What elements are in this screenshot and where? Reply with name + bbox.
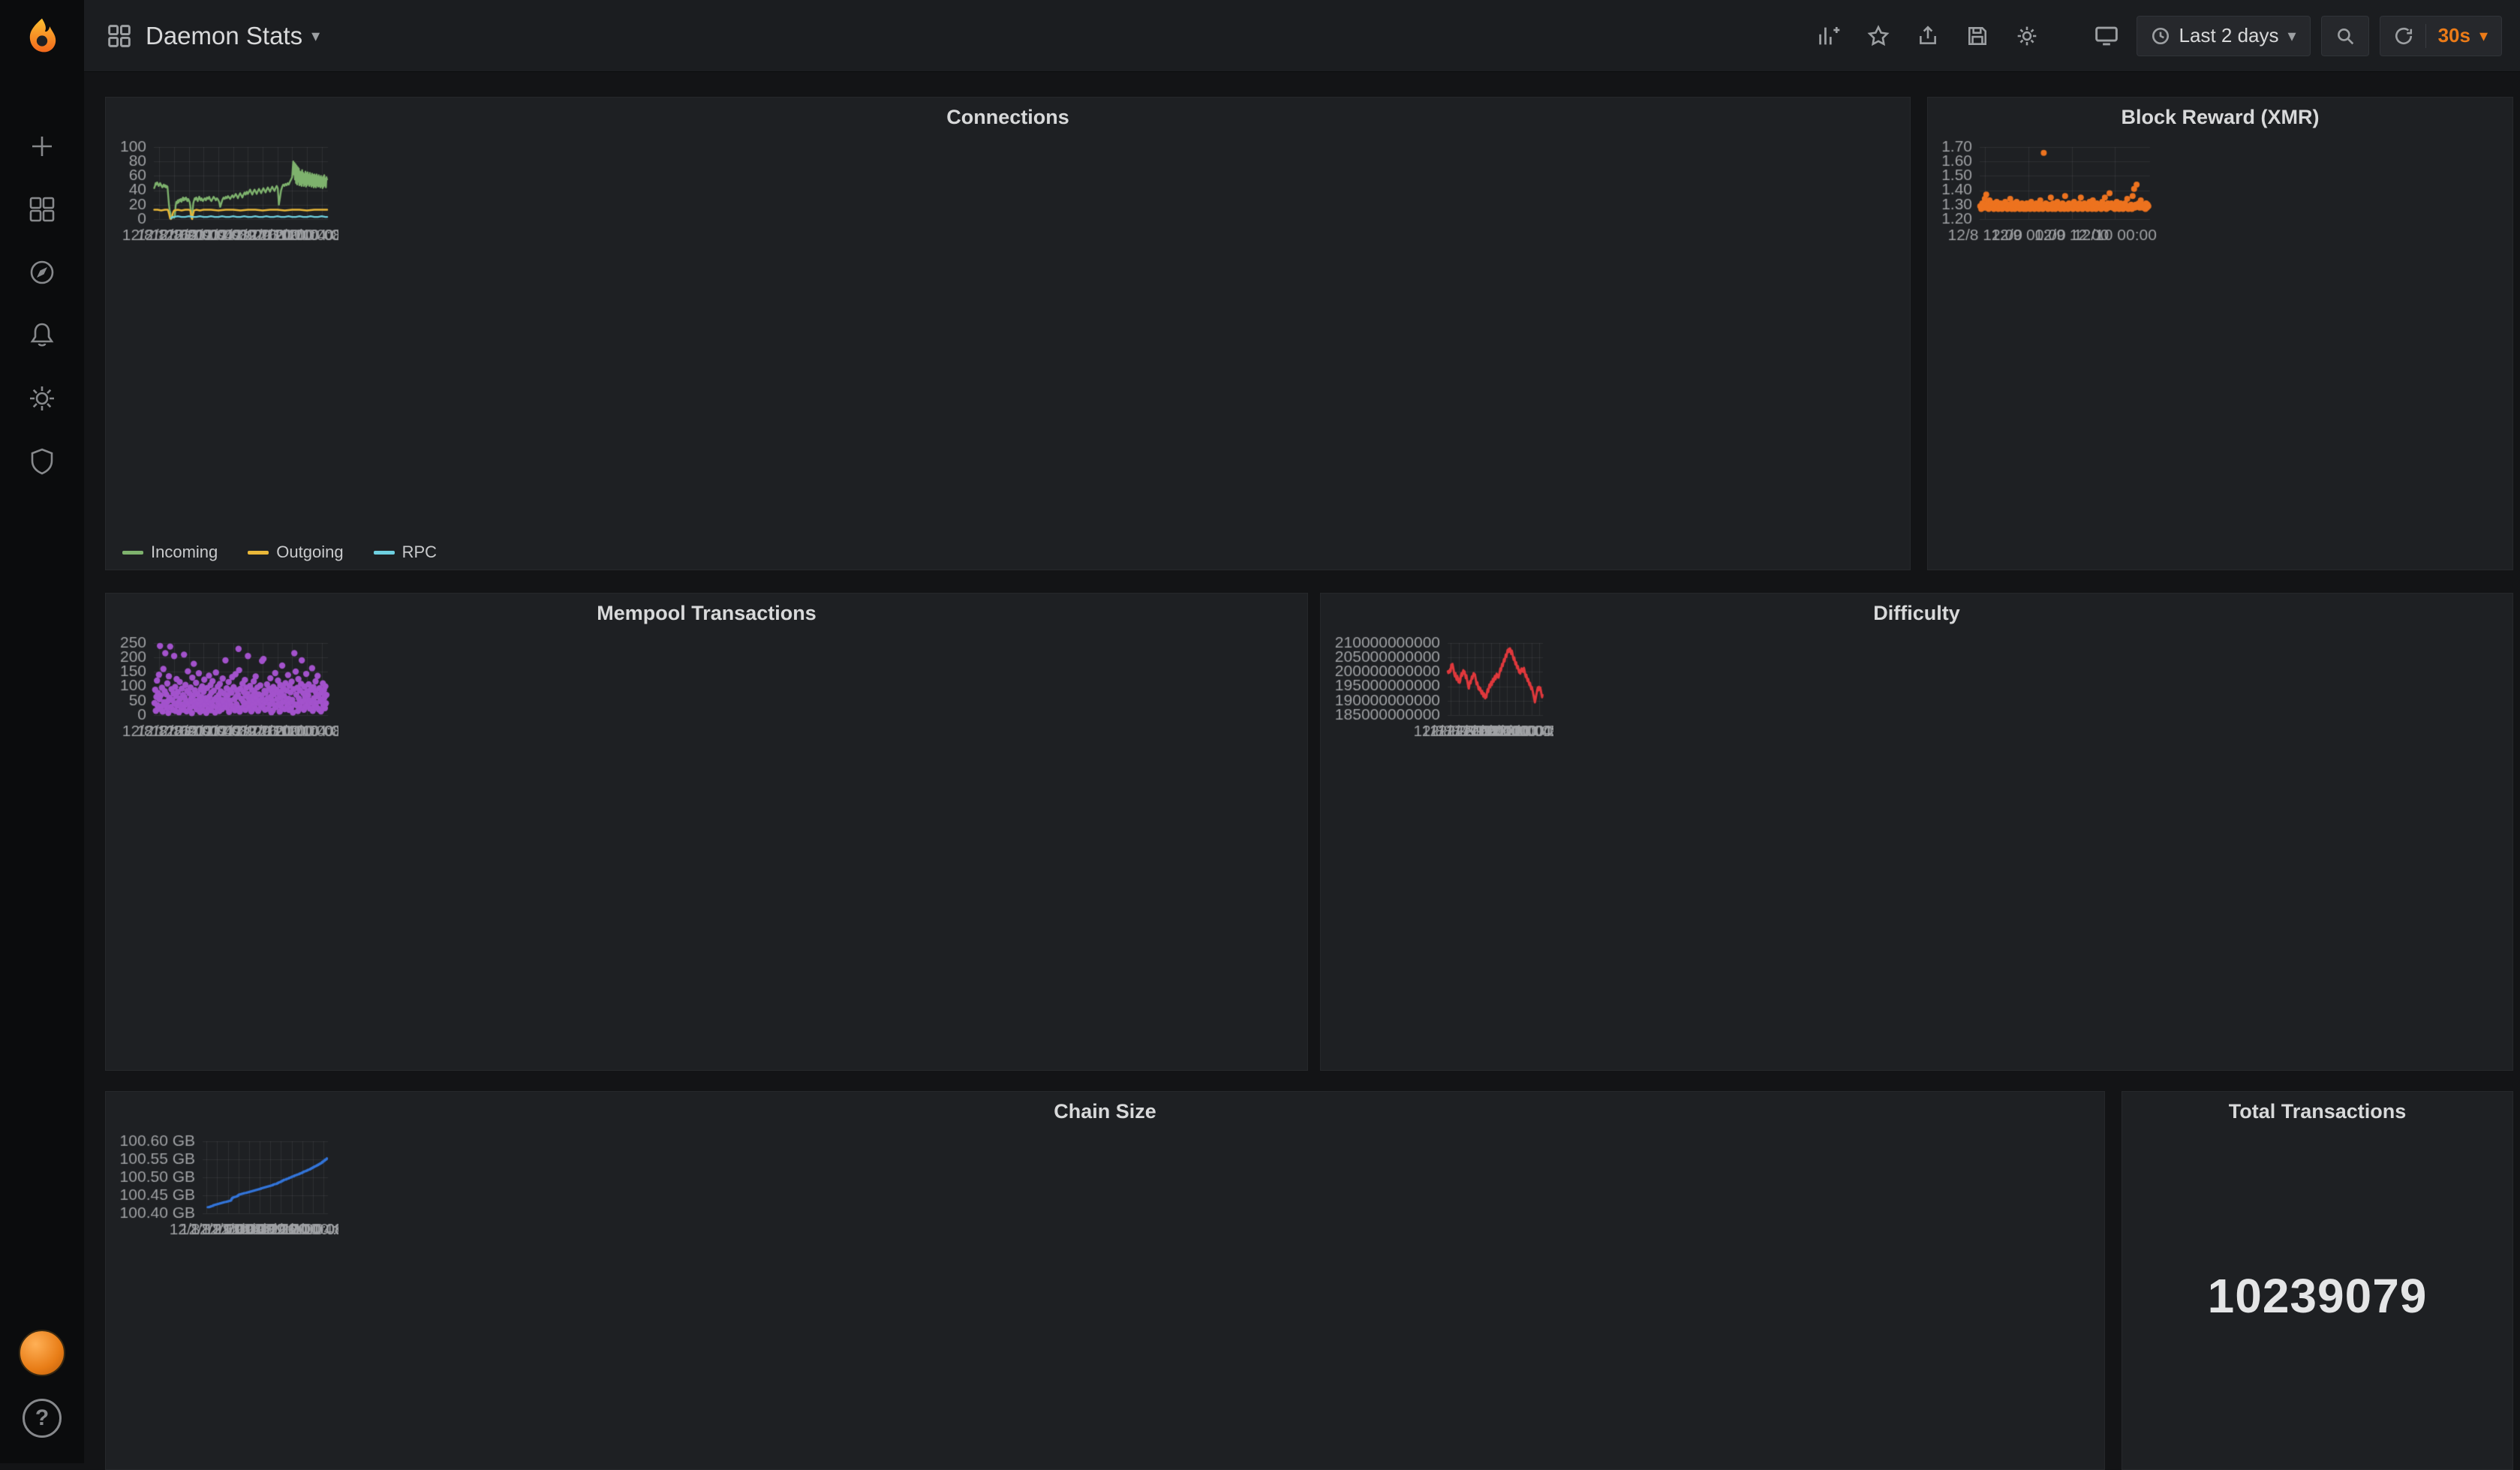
total-transactions-value: 10239079: [2208, 1268, 2428, 1324]
settings-gear-button[interactable]: [2007, 17, 2046, 56]
series-swatch-outgoing: [248, 551, 269, 555]
panel-title-chain-size[interactable]: Chain Size: [106, 1092, 2104, 1131]
sidebar-menu: [0, 125, 84, 483]
panel-title-difficulty[interactable]: Difficulty: [1321, 594, 2512, 633]
panel-chain-size: Chain Size: [105, 1091, 2105, 1470]
create-icon[interactable]: [0, 125, 84, 168]
legend-item-incoming[interactable]: Incoming: [122, 543, 218, 562]
refresh-interval-label[interactable]: 30s: [2438, 24, 2470, 47]
panel-total-transactions: Total Transactions 10239079: [2122, 1091, 2513, 1470]
clock-icon: [2151, 26, 2170, 46]
panel-difficulty: Difficulty: [1320, 593, 2513, 1071]
panel-title-connections[interactable]: Connections: [106, 98, 1910, 137]
button-divider: [2425, 24, 2426, 48]
series-swatch-incoming: [122, 551, 143, 555]
refresh-button-group[interactable]: 30s ▾: [2380, 16, 2502, 56]
dashboards-icon[interactable]: [0, 188, 84, 231]
sidebar: ?: [0, 0, 84, 1463]
panel-title-block-reward[interactable]: Block Reward (XMR): [1928, 98, 2512, 137]
alerting-bell-icon[interactable]: [0, 314, 84, 357]
panel-connections: Connections Incoming Outgoing RPC: [105, 97, 1911, 570]
panel-title-total-transactions[interactable]: Total Transactions: [2122, 1092, 2512, 1131]
time-range-picker[interactable]: Last 2 days ▾: [2137, 16, 2311, 56]
connections-legend: Incoming Outgoing RPC: [122, 543, 437, 562]
series-swatch-rpc: [374, 551, 395, 555]
legend-label: Incoming: [151, 543, 218, 562]
panel-title-mempool[interactable]: Mempool Transactions: [106, 594, 1307, 633]
topbar: Daemon Stats ▾: [84, 0, 2520, 72]
share-button[interactable]: [1908, 17, 1947, 56]
mempool-chart[interactable]: [113, 633, 338, 745]
chain-size-chart[interactable]: [113, 1131, 338, 1243]
tv-mode-button[interactable]: [2087, 17, 2126, 56]
dashboard-title-text: Daemon Stats: [146, 22, 302, 50]
apps-grid-icon: [107, 23, 132, 49]
star-button[interactable]: [1859, 17, 1898, 56]
grafana-logo-icon[interactable]: [0, 0, 84, 72]
explore-icon[interactable]: [0, 251, 84, 294]
help-icon[interactable]: ?: [23, 1399, 62, 1438]
magnifier-icon: [2335, 26, 2355, 46]
sidebar-bottom: ?: [19, 1330, 65, 1463]
grafana-dashboard: ? Daemon Stats ▾: [0, 0, 2520, 1463]
block-reward-chart[interactable]: [1935, 137, 2161, 249]
user-avatar[interactable]: [19, 1330, 65, 1376]
add-panel-button[interactable]: [1809, 17, 1848, 56]
server-admin-shield-icon[interactable]: [0, 440, 84, 483]
legend-label: Outgoing: [276, 543, 343, 562]
panel-mempool-transactions: Mempool Transactions: [105, 593, 1308, 1071]
caret-down-icon: ▾: [2479, 28, 2488, 44]
dashboard-title[interactable]: Daemon Stats ▾: [146, 22, 320, 50]
legend-item-outgoing[interactable]: Outgoing: [248, 543, 343, 562]
zoom-out-button[interactable]: [2321, 16, 2369, 56]
panel-block-reward: Block Reward (XMR): [1927, 97, 2513, 570]
refresh-icon: [2394, 26, 2413, 46]
difficulty-chart[interactable]: [1328, 633, 1553, 745]
topbar-left: Daemon Stats ▾: [84, 22, 320, 50]
caret-down-icon: ▾: [2288, 28, 2296, 44]
time-range-label: Last 2 days: [2179, 24, 2279, 47]
legend-label: RPC: [402, 543, 437, 562]
connections-chart[interactable]: [113, 137, 338, 249]
legend-item-rpc[interactable]: RPC: [374, 543, 437, 562]
topbar-right: Last 2 days ▾ 30s ▾: [1809, 16, 2520, 56]
caret-down-icon: ▾: [311, 28, 320, 44]
save-button[interactable]: [1958, 17, 1997, 56]
configuration-gear-icon[interactable]: [0, 377, 84, 420]
